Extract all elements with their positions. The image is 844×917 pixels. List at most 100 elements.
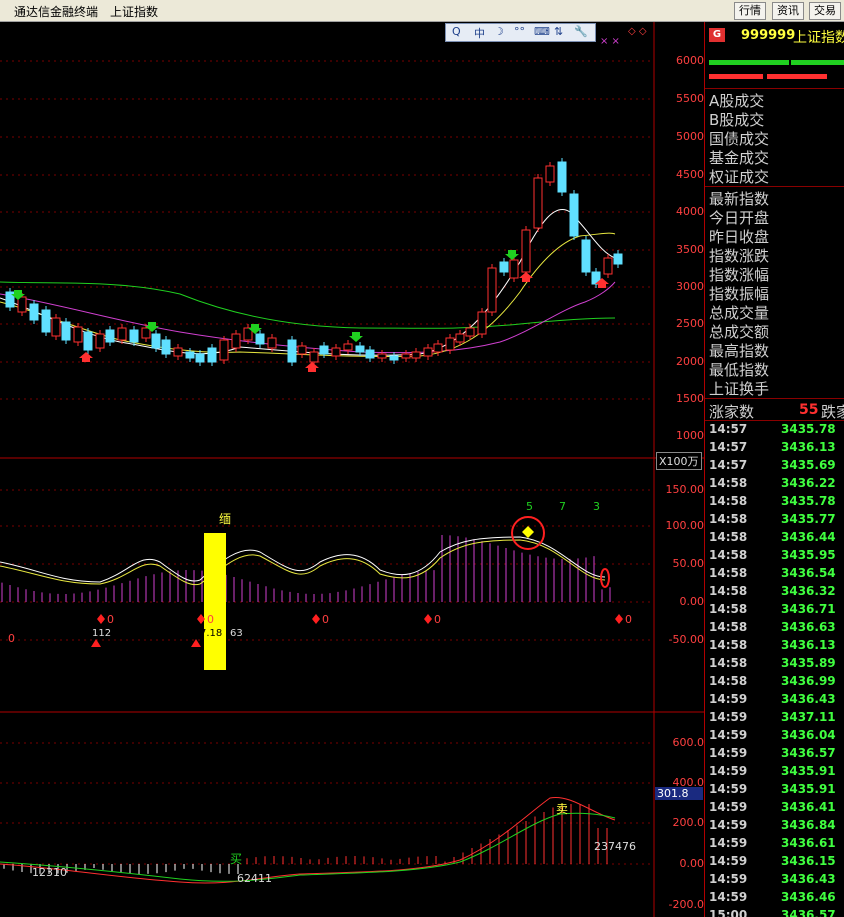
tick-row[interactable]: 14:57 3435.69 [705, 458, 844, 476]
tick-row[interactable]: 14:57 3436.13 [705, 440, 844, 458]
index-label: 指数振幅 [709, 285, 770, 303]
tick-price: 3436.84 [781, 818, 836, 832]
macd-sell-label: 卖 [556, 802, 569, 816]
candle [83, 331, 93, 351]
main-tick: 4000 [676, 205, 704, 218]
kdj-mark-4: 0 [434, 613, 441, 626]
candle [231, 333, 241, 349]
kdj-small-1: 112 [92, 628, 112, 639]
tick-price: 3436.32 [781, 584, 836, 598]
tick-row[interactable]: 14:59 3436.61 [705, 836, 844, 854]
tick-row[interactable]: 14:59 3436.15 [705, 854, 844, 872]
wrench-icon[interactable]: 🔧 [574, 25, 588, 38]
tick-row[interactable]: 14:58 3436.99 [705, 674, 844, 692]
tick-time: 14:59 [709, 836, 748, 850]
tick-row[interactable]: 14:59 3435.91 [705, 782, 844, 800]
tick-time: 14:58 [709, 512, 748, 526]
sell-volume-bar-2 [767, 74, 827, 79]
tick-row[interactable]: 14:58 3436.63 [705, 620, 844, 638]
kdj-buy-label: 缅 [219, 512, 232, 526]
signal-arrow [79, 352, 93, 362]
tick-row[interactable]: 14:58 3435.77 [705, 512, 844, 530]
trade-button[interactable]: 交易 [809, 2, 841, 20]
moon-icon[interactable]: ☽ [494, 25, 504, 38]
tick-price: 3437.11 [781, 710, 836, 724]
tick-price: 3436.63 [781, 620, 836, 634]
candle [377, 353, 387, 359]
main-tick: 5000 [676, 130, 704, 143]
macd-tick: 200.0 [672, 816, 705, 829]
volume-label: B股成交 [709, 111, 765, 129]
tick-row[interactable]: 14:59 3436.43 [705, 692, 844, 710]
arrows-icon[interactable]: ⇅ [554, 25, 563, 38]
candle [389, 355, 399, 361]
volume-unit-label: X100万 [656, 452, 702, 470]
macd-current-value: 301.8 [655, 787, 703, 800]
tick-time: 14:59 [709, 800, 748, 814]
query-icon[interactable]: Q [452, 25, 461, 38]
tick-row[interactable]: 14:58 3436.71 [705, 602, 844, 620]
tick-row[interactable]: 14:59 3436.41 [705, 800, 844, 818]
tick-price: 3435.69 [781, 458, 836, 472]
tick-time: 14:58 [709, 584, 748, 598]
tick-row[interactable]: 14:58 3435.89 [705, 656, 844, 674]
rise-count-label: 涨家数 [709, 403, 755, 421]
tick-row[interactable]: 15:00 3436.57 [705, 908, 844, 917]
candle [455, 333, 465, 343]
candle [581, 239, 591, 273]
tick-time: 14:57 [709, 422, 748, 436]
dots-icon[interactable]: °° [514, 25, 525, 38]
tick-row[interactable]: 14:59 3436.43 [705, 872, 844, 890]
kdj-tick: 0.00 [679, 595, 705, 608]
floating-toolbar[interactable]: Q 中 ☽ °° ⌨ ⇅ 🔧 [445, 23, 596, 42]
tick-price: 3436.15 [781, 854, 836, 868]
diamond-icons[interactable]: ◇ ◇ [628, 26, 647, 37]
index-label: 最新指数 [709, 190, 770, 208]
kdj-tick: 50.00 [672, 557, 705, 570]
kline-chart[interactable]: 0 [0, 22, 704, 917]
macd-value-3: 237476 [594, 840, 636, 853]
tick-row[interactable]: 14:59 3437.11 [705, 710, 844, 728]
tick-row[interactable]: 14:59 3436.46 [705, 890, 844, 908]
candle [129, 329, 139, 343]
index-label: 昨日收盘 [709, 228, 770, 246]
index-label: 上证换手 [709, 380, 770, 398]
candle [521, 229, 531, 273]
tick-row[interactable]: 14:59 3435.91 [705, 764, 844, 782]
tick-row[interactable]: 14:58 3436.13 [705, 638, 844, 656]
tick-row[interactable]: 14:59 3436.84 [705, 818, 844, 836]
candle [331, 347, 341, 357]
keyboard-icon[interactable]: ⌨ [534, 25, 550, 38]
candle [533, 177, 543, 229]
tick-row[interactable]: 14:57 3435.78 [705, 422, 844, 440]
quotes-button[interactable]: 行情 [734, 2, 766, 20]
volume-label: 国债成交 [709, 130, 770, 148]
candle [401, 353, 411, 359]
candle [603, 257, 613, 275]
tick-row[interactable]: 14:58 3436.32 [705, 584, 844, 602]
chinese-input-icon[interactable]: 中 [474, 25, 485, 41]
tick-price: 3436.13 [781, 440, 836, 454]
news-button[interactable]: 资讯 [772, 2, 804, 20]
tick-price: 3435.91 [781, 782, 836, 796]
tick-price: 3436.54 [781, 566, 836, 580]
tick-row[interactable]: 14:58 3435.78 [705, 494, 844, 512]
tick-row[interactable]: 14:59 3436.04 [705, 728, 844, 746]
candle [297, 345, 307, 355]
tick-time: 14:58 [709, 548, 748, 562]
candle [569, 193, 579, 237]
macd-value-2: 62411 [237, 872, 272, 885]
tick-row[interactable]: 14:58 3435.95 [705, 548, 844, 566]
kdj-mark-2: 0 [207, 613, 214, 626]
tick-row[interactable]: 14:58 3436.54 [705, 566, 844, 584]
tick-time: 14:59 [709, 782, 748, 796]
tick-price: 3436.04 [781, 728, 836, 742]
tick-row[interactable]: 14:58 3436.22 [705, 476, 844, 494]
tick-time: 14:58 [709, 476, 748, 490]
g-badge: G [709, 28, 725, 42]
tick-price: 3435.91 [781, 764, 836, 778]
tick-row[interactable]: 14:59 3436.57 [705, 746, 844, 764]
tick-row[interactable]: 14:58 3436.44 [705, 530, 844, 548]
close-icons[interactable]: × × [600, 36, 620, 47]
candle [309, 351, 319, 363]
